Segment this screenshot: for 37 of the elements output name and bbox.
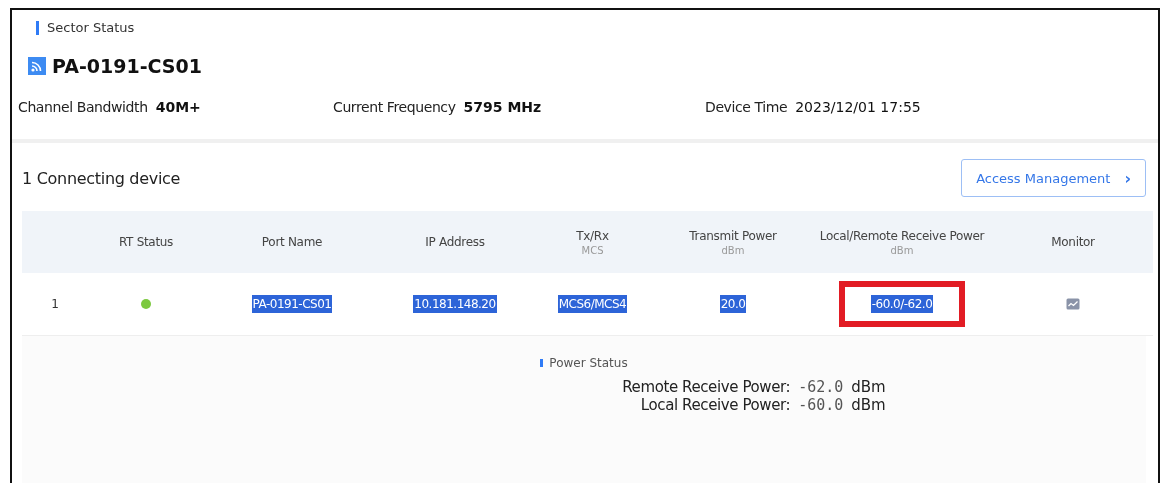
column-unit: dBm <box>890 244 914 256</box>
info-value: 2023/12/01 17:55 <box>795 99 921 115</box>
info-label: Current Frequency <box>333 99 456 115</box>
table-cell: 20.0 <box>719 295 747 313</box>
connecting-device-count: 1 Connecting device <box>22 168 181 188</box>
column-title: IP Address <box>425 235 485 249</box>
wifi-signal-icon <box>28 57 46 75</box>
column-unit: MCS <box>581 244 604 256</box>
table-cell: PA-0191-CS01 <box>251 295 333 313</box>
info-label: Device Time <box>705 99 788 115</box>
power-value: -62.0 <box>798 378 844 396</box>
accent-bar <box>36 20 39 35</box>
column-unit: dBm <box>721 244 745 256</box>
column-title: RT Status <box>118 235 174 249</box>
chart-icon[interactable] <box>1066 298 1080 310</box>
power-unit: dBm <box>851 378 886 396</box>
power-value: -60.0 <box>798 396 844 414</box>
column-title: Local/Remote Receive Power <box>819 228 985 243</box>
table-cell: MCS6/MCS4 <box>557 295 628 313</box>
power-unit: dBm <box>851 396 886 414</box>
info-value: 5795 MHz <box>463 99 542 115</box>
table-cell: 10.181.148.20 <box>413 295 497 313</box>
device-name: PA-0191-CS01 <box>52 55 202 77</box>
power-status-title: Power Status <box>549 356 628 370</box>
table-cell: -60.0/-62.0 <box>870 295 934 313</box>
section-title: Sector Status <box>47 20 135 35</box>
power-label: Remote Receive Power: <box>622 378 791 396</box>
column-title: Transmit Power <box>689 228 777 243</box>
info-value: 40M+ <box>155 99 201 115</box>
power-label: Local Receive Power: <box>639 396 791 414</box>
accent-bar <box>540 359 544 367</box>
row-number: 1 <box>51 297 59 311</box>
column-title: Monitor <box>1051 235 1095 249</box>
access-management-button[interactable]: Access Management › <box>961 159 1146 197</box>
column-title: Port Name <box>261 235 323 249</box>
column-title: Tx/Rx <box>576 228 609 243</box>
info-label: Channel Bandwidth <box>18 99 148 115</box>
